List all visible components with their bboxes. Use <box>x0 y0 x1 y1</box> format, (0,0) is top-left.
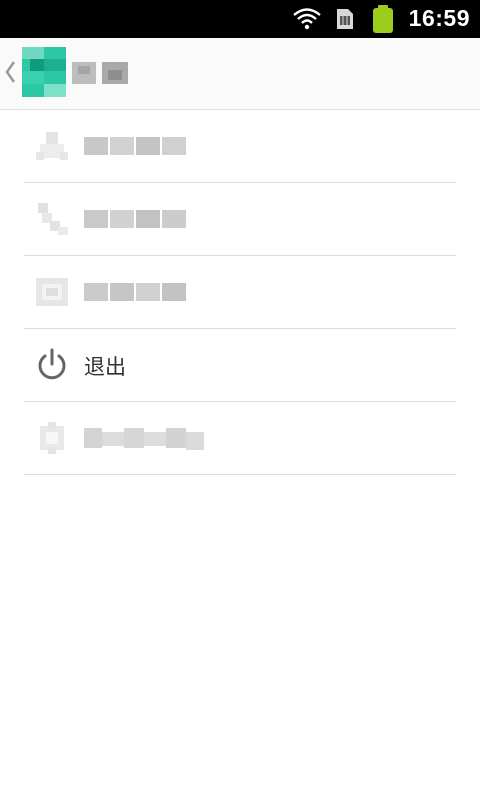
page-title <box>72 60 130 86</box>
logout-label: 退出 <box>84 355 126 379</box>
list-item-label <box>84 283 186 301</box>
message-icon <box>36 278 68 306</box>
logout-item[interactable]: 退出 <box>24 329 456 402</box>
settings-list: 退出 <box>24 110 456 475</box>
list-item[interactable] <box>24 183 456 256</box>
list-item[interactable] <box>24 402 456 475</box>
gear-icon <box>40 422 64 454</box>
user-icon <box>36 132 68 160</box>
list-item-label <box>84 210 186 228</box>
list-item-label <box>84 428 204 450</box>
battery-icon <box>373 5 393 33</box>
status-bar: 16:59 <box>0 0 480 38</box>
app-icon[interactable] <box>22 47 66 97</box>
clock: 16:59 <box>408 5 470 31</box>
power-icon <box>38 348 66 380</box>
sim-card-icon <box>337 9 353 29</box>
wifi-icon <box>293 8 321 30</box>
phone-icon <box>38 203 68 235</box>
list-item[interactable] <box>24 256 456 329</box>
list-item-label <box>84 137 186 155</box>
action-bar <box>0 38 480 110</box>
chevron-left-icon[interactable] <box>4 58 16 86</box>
list-item[interactable] <box>24 110 456 183</box>
